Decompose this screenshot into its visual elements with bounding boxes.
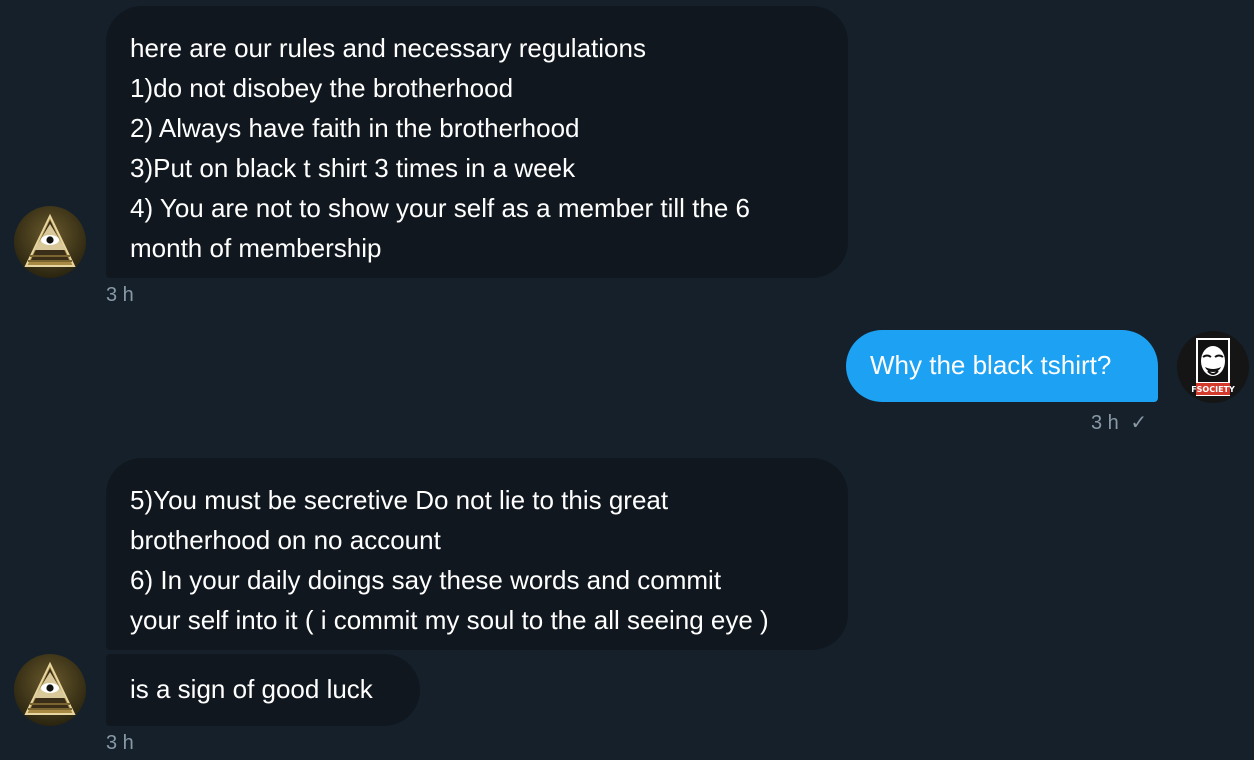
message-timestamp: 3 h <box>106 284 134 306</box>
read-check-icon: ✓ <box>1130 412 1148 434</box>
message-line: 6) In your daily doings say these words … <box>130 565 722 595</box>
message-line: 2) Always have faith in the brotherhood <box>130 113 580 143</box>
message-line: here are our rules and necessary regulat… <box>130 33 646 63</box>
outgoing-message[interactable]: Why the black tshirt? <box>846 330 1158 402</box>
message-timestamp: 3 h <box>1091 412 1119 434</box>
sender-avatar[interactable] <box>14 206 86 278</box>
sender-avatar[interactable] <box>14 654 86 726</box>
message-line: your self into it ( i commit my soul to … <box>130 605 769 635</box>
message-line: brotherhood on no account <box>130 525 441 555</box>
message-line: 1)do not disobey the brotherhood <box>130 73 514 103</box>
incoming-message[interactable]: here are our rules and necessary regulat… <box>106 6 848 278</box>
message-text: is a sign of good luck <box>130 674 373 704</box>
incoming-message[interactable]: 5)You must be secretive Do not lie to th… <box>106 458 848 650</box>
message-text: Why the black tshirt? <box>870 350 1112 380</box>
message-status: 3 h ✓ <box>1091 411 1147 435</box>
message-line: 4) You are not to show your self as a me… <box>130 193 751 223</box>
message-timestamp: 3 h <box>106 732 134 754</box>
user-avatar[interactable]: FSOCIETY <box>1177 331 1249 403</box>
incoming-message[interactable]: is a sign of good luck <box>106 654 420 726</box>
all-seeing-eye-pyramid-icon <box>14 206 86 278</box>
message-line: 3)Put on black t shirt 3 times in a week <box>130 153 576 183</box>
conversation-view: here are our rules and necessary regulat… <box>0 0 1254 760</box>
all-seeing-eye-pyramid-icon <box>14 654 86 726</box>
fsociety-mask-icon: FSOCIETY <box>1177 331 1249 403</box>
svg-text:FSOCIETY: FSOCIETY <box>1191 385 1235 394</box>
message-line: month of membership <box>130 233 382 263</box>
message-line: 5)You must be secretive Do not lie to th… <box>130 485 669 515</box>
